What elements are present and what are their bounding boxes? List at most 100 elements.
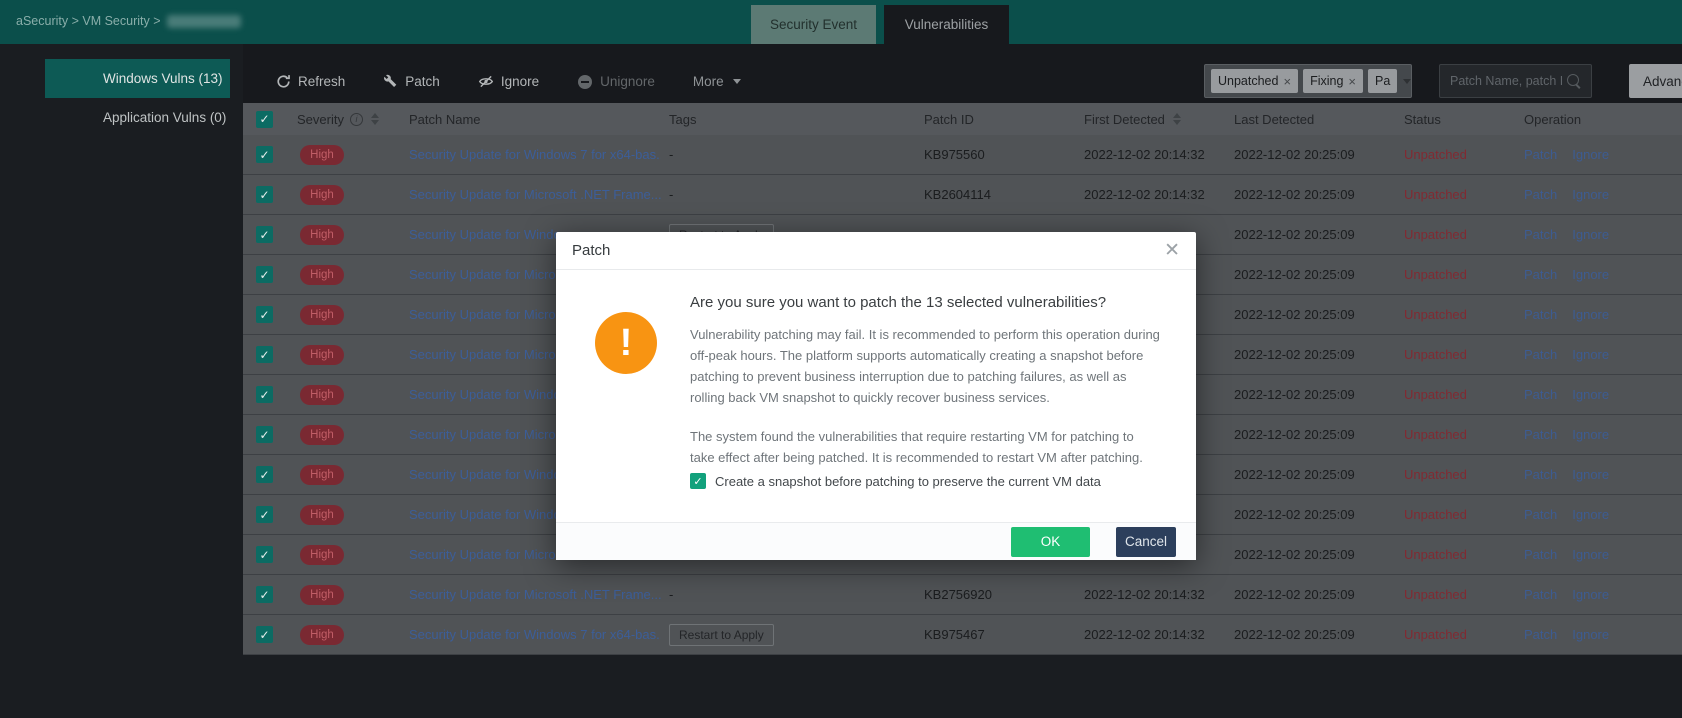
patch-name-link[interactable]: Security Update for Microso bbox=[409, 427, 569, 442]
row-checkbox[interactable]: ✓ bbox=[256, 226, 273, 243]
sidebar-item-application-vulns[interactable]: Application Vulns (0) bbox=[45, 98, 230, 137]
row-patch-link[interactable]: Patch bbox=[1524, 307, 1557, 322]
patch-name-link[interactable]: Security Update for Windows 7 for x64-ba… bbox=[409, 627, 661, 642]
refresh-button[interactable]: Refresh bbox=[276, 74, 345, 89]
more-button[interactable]: More bbox=[693, 74, 741, 89]
patch-name-link[interactable]: Security Update for Microso bbox=[409, 307, 569, 322]
last-detected-cell: 2022-12-02 20:25:09 bbox=[1234, 547, 1355, 562]
ignore-button[interactable]: Ignore bbox=[478, 74, 539, 89]
row-checkbox[interactable]: ✓ bbox=[256, 146, 273, 163]
row-patch-link[interactable]: Patch bbox=[1524, 227, 1557, 242]
col-first-detected: First Detected bbox=[1076, 103, 1226, 135]
tab-security-event[interactable]: Security Event bbox=[751, 5, 876, 44]
patch-name-link[interactable]: Security Update for Microso bbox=[409, 547, 569, 562]
row-checkbox[interactable]: ✓ bbox=[256, 386, 273, 403]
patch-button[interactable]: Patch bbox=[383, 74, 440, 89]
row-patch-link[interactable]: Patch bbox=[1524, 507, 1557, 522]
status-filter-select[interactable]: Unpatched × Fixing × Pa bbox=[1204, 64, 1412, 98]
row-checkbox[interactable]: ✓ bbox=[256, 506, 273, 523]
chevron-down-icon[interactable] bbox=[1403, 78, 1411, 84]
row-ignore-link[interactable]: Ignore bbox=[1572, 187, 1609, 202]
row-checkbox[interactable]: ✓ bbox=[256, 266, 273, 283]
select-all-checkbox[interactable]: ✓ bbox=[256, 110, 273, 128]
sort-severity-icon[interactable] bbox=[370, 113, 379, 125]
row-patch-link[interactable]: Patch bbox=[1524, 387, 1557, 402]
dialog-paragraph-2: The system found the vulnerabilities tha… bbox=[690, 429, 1143, 465]
row-patch-link[interactable]: Patch bbox=[1524, 347, 1557, 362]
row-ignore-link[interactable]: Ignore bbox=[1572, 387, 1609, 402]
row-ignore-link[interactable]: Ignore bbox=[1572, 307, 1609, 322]
patch-name-link[interactable]: Security Update for Window bbox=[409, 507, 570, 522]
cancel-button[interactable]: Cancel bbox=[1116, 526, 1176, 557]
patch-name-link[interactable]: Security Update for Microso bbox=[409, 347, 569, 362]
sidebar-item-windows-vulns[interactable]: Windows Vulns (13) bbox=[45, 59, 230, 98]
operation-cell: Patch Ignore bbox=[1516, 295, 1682, 334]
search-icon[interactable] bbox=[1566, 73, 1582, 89]
patch-name-link[interactable]: Security Update for Microsoft .NET Frame… bbox=[409, 587, 661, 602]
row-patch-link[interactable]: Patch bbox=[1524, 267, 1557, 282]
row-patch-link[interactable]: Patch bbox=[1524, 427, 1557, 442]
severity-badge: High bbox=[300, 224, 344, 245]
search-input[interactable] bbox=[1440, 74, 1566, 88]
row-ignore-link[interactable]: Ignore bbox=[1572, 507, 1609, 522]
patch-name-link[interactable]: Security Update for Microsoft .NET Frame… bbox=[409, 187, 661, 202]
patch-name-link[interactable]: Security Update for Microso bbox=[409, 267, 569, 282]
status-cell: Unpatched bbox=[1396, 335, 1516, 374]
status-text: Unpatched bbox=[1404, 187, 1467, 202]
close-icon[interactable]: ✕ bbox=[1164, 241, 1180, 260]
patch-name-link[interactable]: Security Update for Window bbox=[409, 227, 570, 242]
row-patch-link[interactable]: Patch bbox=[1524, 547, 1557, 562]
row-patch-link[interactable]: Patch bbox=[1524, 187, 1557, 202]
status-text: Unpatched bbox=[1404, 427, 1467, 442]
severity-cell: High bbox=[289, 375, 401, 414]
row-ignore-link[interactable]: Ignore bbox=[1572, 227, 1609, 242]
row-checkbox[interactable]: ✓ bbox=[256, 186, 273, 203]
tab-vulnerabilities[interactable]: Vulnerabilities bbox=[884, 5, 1009, 44]
row-ignore-link[interactable]: Ignore bbox=[1572, 347, 1609, 362]
row-ignore-link[interactable]: Ignore bbox=[1572, 427, 1609, 442]
row-ignore-link[interactable]: Ignore bbox=[1572, 147, 1609, 162]
row-checkbox[interactable]: ✓ bbox=[256, 586, 273, 603]
row-patch-link[interactable]: Patch bbox=[1524, 467, 1557, 482]
row-ignore-link[interactable]: Ignore bbox=[1572, 267, 1609, 282]
filter-chip[interactable]: Fixing × bbox=[1303, 69, 1363, 93]
row-ignore-link[interactable]: Ignore bbox=[1572, 627, 1609, 642]
tags-cell: - bbox=[661, 175, 916, 214]
row-checkbox[interactable]: ✓ bbox=[256, 626, 273, 643]
remove-chip-icon[interactable]: × bbox=[1348, 75, 1356, 88]
row-checkbox[interactable]: ✓ bbox=[256, 546, 273, 563]
dialog-text-block: Are you sure you want to patch the 13 se… bbox=[690, 294, 1160, 522]
row-patch-link[interactable]: Patch bbox=[1524, 627, 1557, 642]
dialog-footer: OK Cancel bbox=[556, 522, 1196, 560]
row-ignore-link[interactable]: Ignore bbox=[1572, 587, 1609, 602]
sort-first-detected-icon[interactable] bbox=[1172, 113, 1181, 125]
row-checkbox[interactable]: ✓ bbox=[256, 346, 273, 363]
row-patch-link[interactable]: Patch bbox=[1524, 147, 1557, 162]
last-detected-cell: 2022-12-02 20:25:09 bbox=[1234, 307, 1355, 322]
filter-chip[interactable]: Unpatched × bbox=[1211, 69, 1299, 93]
row-checkbox[interactable]: ✓ bbox=[256, 466, 273, 483]
severity-badge: High bbox=[300, 384, 344, 405]
row-ignore-link[interactable]: Ignore bbox=[1572, 547, 1609, 562]
row-ignore-link[interactable]: Ignore bbox=[1572, 467, 1609, 482]
patch-name-link[interactable]: Security Update for Windows 7 for x64-ba… bbox=[409, 147, 661, 162]
patch-name-link[interactable]: Security Update for Window bbox=[409, 387, 570, 402]
filter-chip-label: Pa bbox=[1375, 74, 1391, 88]
dialog-body: ! Are you sure you want to patch the 13 … bbox=[556, 270, 1196, 522]
filter-chip[interactable]: Pa bbox=[1368, 69, 1398, 93]
table-header: ✓ Severity i Patch Name Tags Patch ID Fi… bbox=[243, 103, 1682, 135]
ok-button[interactable]: OK bbox=[1011, 526, 1090, 557]
severity-badge: High bbox=[300, 184, 344, 205]
snapshot-checkbox[interactable]: ✓ bbox=[690, 473, 706, 489]
row-patch-link[interactable]: Patch bbox=[1524, 587, 1557, 602]
patch-name-link[interactable]: Security Update for Window bbox=[409, 467, 570, 482]
row-checkbox[interactable]: ✓ bbox=[256, 426, 273, 443]
advanced-search-button[interactable]: Advanced bbox=[1629, 64, 1682, 98]
first-detected-cell: 2022-12-02 20:14:32 bbox=[1084, 147, 1205, 162]
patch-id-cell: KB975560 bbox=[924, 147, 985, 162]
row-checkbox[interactable]: ✓ bbox=[256, 306, 273, 323]
severity-cell: High bbox=[289, 215, 401, 254]
remove-chip-icon[interactable]: × bbox=[1283, 75, 1291, 88]
last-detected-cell: 2022-12-02 20:25:09 bbox=[1234, 187, 1355, 202]
unignore-button[interactable]: Unignore bbox=[577, 74, 655, 90]
